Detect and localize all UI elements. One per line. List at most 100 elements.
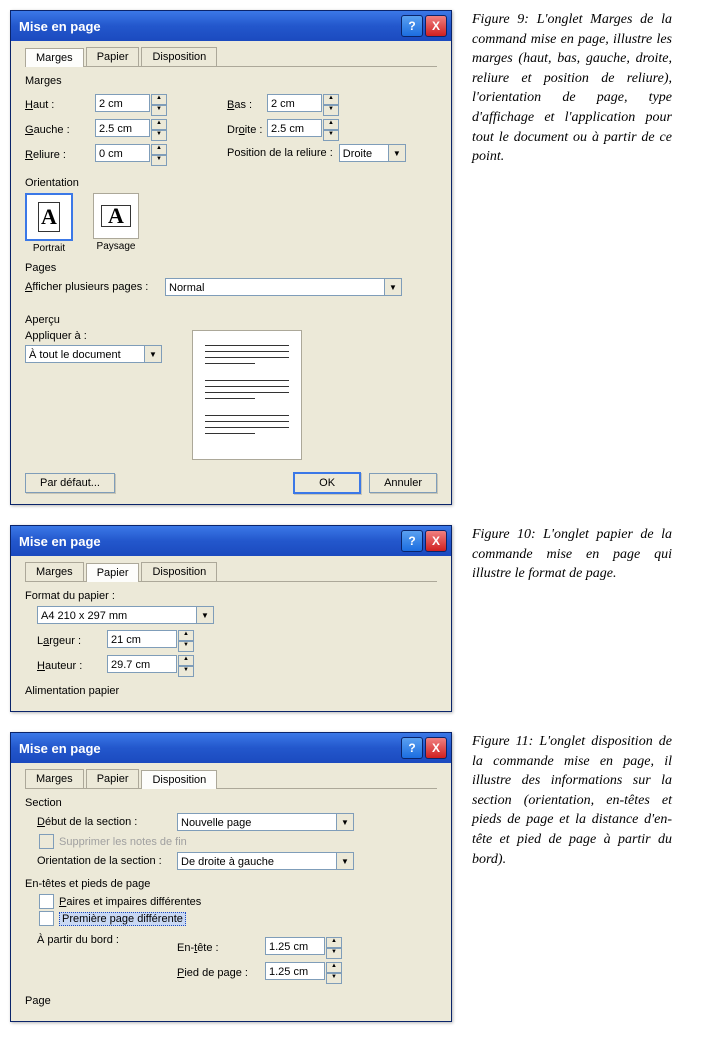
spin-up[interactable]: ▲: [151, 144, 167, 155]
figure-11-caption: Figure 11: L'onglet disposition de la co…: [472, 732, 672, 869]
premiere-page-checkbox[interactable]: [39, 911, 54, 926]
help-button[interactable]: ?: [401, 530, 423, 552]
spin-down[interactable]: ▼: [151, 155, 167, 166]
spin-up[interactable]: ▲: [326, 937, 342, 948]
debut-section-select[interactable]: Nouvelle page: [177, 813, 337, 831]
close-button[interactable]: X: [425, 530, 447, 552]
tab-bar: Marges Papier Disposition: [25, 769, 437, 789]
pos-reliure-label: Position de la reliure :: [227, 147, 333, 159]
close-button[interactable]: X: [425, 737, 447, 759]
gauche-label: Gauche :: [25, 124, 95, 136]
spin-up[interactable]: ▲: [178, 655, 194, 666]
tab-papier[interactable]: Papier: [86, 563, 140, 582]
tab-disposition[interactable]: Disposition: [141, 562, 217, 581]
reliure-input[interactable]: 0 cm: [95, 144, 150, 162]
haut-label: Haut :: [25, 99, 95, 111]
pied-label: Pied de page :: [177, 967, 265, 979]
pied-input[interactable]: 1.25 cm: [265, 962, 325, 980]
tab-bar: Marges Papier Disposition: [25, 562, 437, 582]
group-apercu: Aperçu: [25, 314, 437, 326]
paysage-button[interactable]: A Paysage: [93, 193, 139, 254]
entete-input[interactable]: 1.25 cm: [265, 937, 325, 955]
tab-papier[interactable]: Papier: [86, 769, 140, 788]
spin-up[interactable]: ▲: [178, 630, 194, 641]
par-defaut-button[interactable]: Par défaut...: [25, 473, 115, 493]
close-button[interactable]: X: [425, 15, 447, 37]
titlebar: Mise en page ? X: [11, 526, 451, 556]
appliquer-label: Appliquer à :: [25, 330, 162, 342]
reliure-label: Reliure :: [25, 149, 95, 161]
entete-label: En-tête :: [177, 942, 265, 954]
hauteur-input[interactable]: 29.7 cm: [107, 655, 177, 673]
dropdown-arrow-icon[interactable]: ▼: [197, 606, 214, 624]
haut-input[interactable]: 2 cm: [95, 94, 150, 112]
help-button[interactable]: ?: [401, 737, 423, 759]
a-partir-bord-label: À partir du bord :: [37, 934, 177, 946]
orientation-section-label: Orientation de la section :: [37, 855, 177, 867]
paires-impaires-checkbox[interactable]: [39, 894, 54, 909]
group-entetes: En-têtes et pieds de page: [25, 878, 437, 890]
group-page: Page: [25, 995, 437, 1007]
droite-input[interactable]: 2.5 cm: [267, 119, 322, 137]
spin-down[interactable]: ▼: [326, 973, 342, 984]
afficher-label: Afficher plusieurs pages :: [25, 281, 165, 293]
spin-down[interactable]: ▼: [151, 105, 167, 116]
spin-down[interactable]: ▼: [178, 641, 194, 652]
annuler-button[interactable]: Annuler: [369, 473, 437, 493]
largeur-input[interactable]: 21 cm: [107, 630, 177, 648]
help-button[interactable]: ?: [401, 15, 423, 37]
appliquer-select[interactable]: À tout le document: [25, 345, 145, 363]
debut-section-label: Début de la section :: [37, 816, 177, 828]
portrait-button[interactable]: A Portrait: [25, 193, 73, 254]
spin-down[interactable]: ▼: [326, 948, 342, 959]
spin-up[interactable]: ▲: [326, 962, 342, 973]
dropdown-arrow-icon[interactable]: ▼: [389, 144, 406, 162]
alimentation-label: Alimentation papier: [25, 685, 437, 697]
spin-up[interactable]: ▲: [323, 119, 339, 130]
tab-disposition[interactable]: Disposition: [141, 770, 217, 789]
paires-impaires-label: Paires et impaires différentes: [59, 896, 201, 908]
figure-9-caption: Figure 9: L'onglet Marges de la command …: [472, 10, 672, 167]
tab-disposition[interactable]: Disposition: [141, 47, 217, 66]
dialog-title: Mise en page: [19, 741, 101, 756]
dialog-title: Mise en page: [19, 534, 101, 549]
afficher-select[interactable]: Normal: [165, 278, 385, 296]
dropdown-arrow-icon[interactable]: ▼: [337, 813, 354, 831]
paysage-a-icon: A: [108, 203, 124, 229]
group-orientation: Orientation: [25, 177, 437, 189]
tab-bar: Marges Papier Disposition: [25, 47, 437, 67]
droite-label: Droite :: [227, 124, 267, 136]
ok-button[interactable]: OK: [293, 472, 361, 494]
bas-input[interactable]: 2 cm: [267, 94, 322, 112]
tab-marges[interactable]: Marges: [25, 769, 84, 788]
dialog-marges: Mise en page ? X Marges Papier Dispositi…: [10, 10, 452, 505]
spin-up[interactable]: ▲: [323, 94, 339, 105]
gauche-input[interactable]: 2.5 cm: [95, 119, 150, 137]
portrait-label: Portrait: [33, 243, 65, 254]
dropdown-arrow-icon[interactable]: ▼: [337, 852, 354, 870]
preview-icon: [192, 330, 302, 460]
dialog-title: Mise en page: [19, 19, 101, 34]
supprimer-notes-checkbox: [39, 834, 54, 849]
tab-marges[interactable]: Marges: [25, 48, 84, 67]
group-pages: Pages: [25, 262, 437, 274]
spin-down[interactable]: ▼: [178, 666, 194, 677]
tab-papier[interactable]: Papier: [86, 47, 140, 66]
spin-down[interactable]: ▼: [151, 130, 167, 141]
spin-up[interactable]: ▲: [151, 94, 167, 105]
supprimer-notes-label: Supprimer les notes de fin: [59, 836, 187, 848]
titlebar: Mise en page ? X: [11, 733, 451, 763]
portrait-a-icon: A: [41, 204, 57, 230]
pos-reliure-select[interactable]: Droite: [339, 144, 389, 162]
dropdown-arrow-icon[interactable]: ▼: [385, 278, 402, 296]
dropdown-arrow-icon[interactable]: ▼: [145, 345, 162, 363]
titlebar: Mise en page ? X: [11, 11, 451, 41]
spin-down[interactable]: ▼: [323, 130, 339, 141]
spin-down[interactable]: ▼: [323, 105, 339, 116]
format-papier-label: Format du papier :: [25, 590, 437, 602]
spin-up[interactable]: ▲: [151, 119, 167, 130]
format-papier-select[interactable]: A4 210 x 297 mm: [37, 606, 197, 624]
largeur-label: Largeur :: [37, 635, 107, 647]
orientation-section-select[interactable]: De droite à gauche: [177, 852, 337, 870]
tab-marges[interactable]: Marges: [25, 562, 84, 581]
